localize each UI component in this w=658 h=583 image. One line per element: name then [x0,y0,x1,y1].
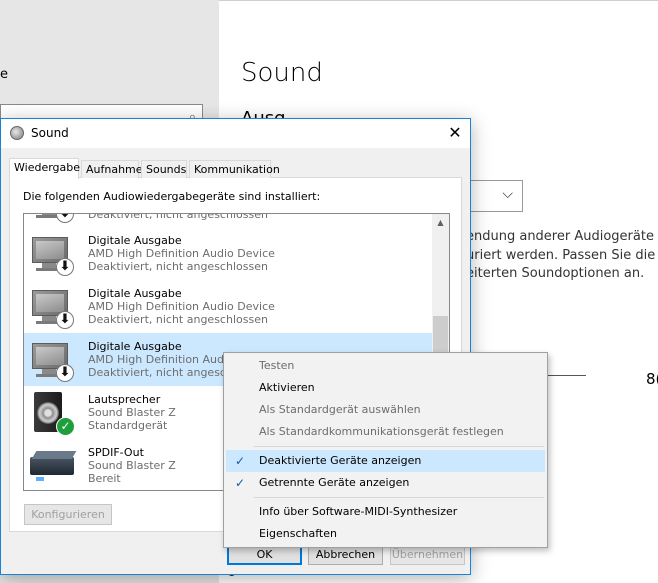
device-name: Digitale Ausgabe [88,287,182,300]
default-check-icon: ✓ [56,417,75,436]
disabled-arrow-icon: ⬇ [56,258,74,276]
menu-item-properties[interactable]: Eigenschaften [226,523,545,545]
chevron-down-icon: ⌵ [502,186,513,202]
output-description: endung anderer Audiogeräte a uriert werd… [466,228,658,284]
volume-slider-track[interactable] [548,375,586,376]
device-name: Digitale Ausgabe [88,340,182,353]
menu-separator [254,497,544,498]
context-menu: Testen Aktivieren Als Standardgerät ausw… [223,352,548,548]
dialog-title: Sound [31,126,69,140]
description-line: endung anderer Audiogeräte a [466,229,658,244]
volume-value: 8( [646,370,658,388]
device-status: Deaktiviert, nicht angeschlossen [88,260,268,273]
menu-item-enable[interactable]: Aktivieren [226,377,545,399]
check-icon: ✓ [235,454,246,468]
list-item[interactable]: ⬇ Digitale Ausgabe AMD High Definition A… [24,227,434,280]
menu-separator [254,446,544,447]
device-name: SPDIF-Out [88,446,144,459]
description-line: eiterten Soundoptionen an. [466,266,645,281]
device-status: Deaktiviert, nicht angeschlossen [88,313,268,326]
description-line: uriert werden. Passen Sie die A [466,247,658,263]
menu-item-label: Als Standardgerät auswählen [259,403,421,416]
tab-playback[interactable]: Wiedergabe [9,158,80,179]
settings-top-divider [219,0,658,1]
scroll-up-arrow-icon[interactable]: ▲ [432,214,449,231]
check-icon: ✓ [235,476,246,490]
sidebar-text-clip: e [0,67,8,82]
panel-label: Die folgenden Audiowiedergabegeräte sind… [23,190,321,203]
menu-item-label: Info über Software-MIDI-Synthesizer [259,505,458,518]
menu-item-midi-info[interactable]: Info über Software-MIDI-Synthesizer [226,501,545,523]
partial-device-status: Deaktiviert, nicht angeschlossen [88,213,268,221]
device-name: Digitale Ausgabe [88,234,182,247]
device-driver: AMD High Definition Audio Device [88,247,275,260]
menu-item-set-default[interactable]: Als Standardgerät auswählen [226,399,545,421]
menu-item-label: Eigenschaften [259,527,337,540]
disabled-arrow-icon: ⬇ [56,364,74,382]
menu-item-label: Aktivieren [259,381,315,394]
menu-item-label: Testen [259,359,295,372]
device-driver: AMD High Definition Audio Device [88,300,275,313]
monitor-icon: ⬇ [30,339,76,383]
menu-item-show-disconnected-devices[interactable]: ✓ Getrennte Geräte anzeigen [226,472,545,494]
tab-communication[interactable]: Kommunikation [189,160,280,178]
monitor-icon: ⬇ [30,286,76,330]
monitor-icon: ⬇ [30,233,76,277]
disabled-arrow-icon: ⬇ [56,311,74,329]
tab-recording[interactable]: Aufnahme [81,160,143,178]
configure-button[interactable]: Konfigurieren [24,504,112,525]
device-status: Bereit [88,472,121,485]
device-driver: Sound Blaster Z [88,406,176,419]
menu-item-label: Getrennte Geräte anzeigen [259,476,410,489]
scroll-thumb[interactable] [433,316,448,356]
menu-item-label: Als Standardkommunikationsgerät festlege… [259,425,504,438]
dialog-titlebar[interactable]: Sound ✕ [1,119,470,148]
tab-sounds[interactable]: Sounds [141,160,187,178]
menu-item-test[interactable]: Testen [226,355,545,377]
menu-item-label: Deaktivierte Geräte anzeigen [259,454,422,467]
disabled-arrow-icon: ⬇ [56,214,74,223]
speaker-app-icon [10,126,24,140]
list-item[interactable]: ⬇ Digitale Ausgabe AMD High Definition A… [24,280,434,333]
menu-item-set-default-communication[interactable]: Als Standardkommunikationsgerät festlege… [226,421,545,443]
menu-item-show-disabled-devices[interactable]: ✓ Deaktivierte Geräte anzeigen [226,450,545,472]
speaker-icon: ✓ [30,392,76,436]
device-name: Lautsprecher [88,393,161,406]
device-driver: Sound Blaster Z [88,459,176,472]
spdif-device-icon [30,445,77,489]
close-icon[interactable]: ✕ [440,119,470,148]
page-title: Sound [241,58,323,88]
device-status: Standardgerät [88,419,168,432]
monitor-icon: ⬇ [30,214,76,224]
